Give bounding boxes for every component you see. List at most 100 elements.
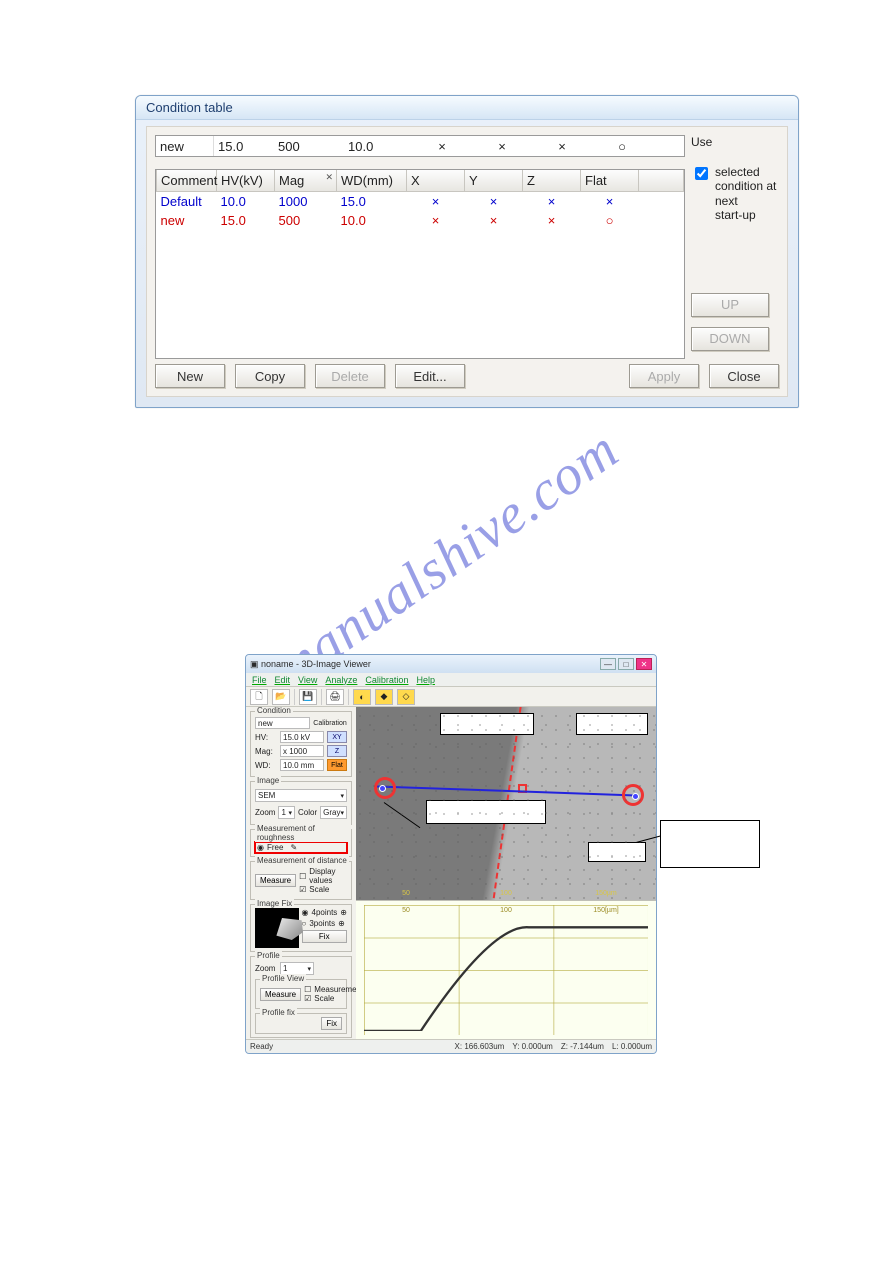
selection-row[interactable]: new 15.0 500 10.0 × × × ○ [155, 135, 685, 157]
start-point-handle[interactable] [380, 786, 385, 791]
dialog-titlebar[interactable]: Condition table [136, 96, 798, 120]
hv-field[interactable]: 15.0 kV [280, 731, 324, 743]
tool-icon-1[interactable]: ◐ [353, 689, 371, 705]
edit-button[interactable]: Edit... [395, 364, 465, 388]
up-button[interactable]: UP [691, 293, 769, 317]
end-point-handle[interactable] [633, 794, 638, 799]
condition-table[interactable]: Comment HV(kV) Mag WD(mm) X Y Z Flat Def… [155, 169, 685, 359]
cell-comment: Default [157, 192, 217, 212]
image-panel-title: Image [255, 776, 281, 785]
tool-icon-3[interactable]: ◇ [397, 689, 415, 705]
hv-label: HV: [255, 733, 277, 742]
profile-zoom-label: Zoom [255, 964, 277, 973]
zoom-label: Zoom [255, 808, 275, 817]
menu-edit[interactable]: Edit [275, 675, 291, 685]
flat-tag[interactable]: Flat [327, 759, 347, 771]
image-panel: Image SEM Zoom 1 Color Gray [250, 781, 352, 825]
zoom-select[interactable]: 1 [278, 806, 295, 819]
opt-free[interactable]: Free [267, 843, 283, 852]
menu-view[interactable]: View [298, 675, 317, 685]
copy-button[interactable]: Copy [235, 364, 305, 388]
th-hv[interactable]: HV(kV) [217, 170, 275, 192]
save-icon[interactable]: 💾 [299, 689, 317, 705]
dialog-body: new 15.0 500 10.0 × × × ○ Comment HV(kV) [146, 126, 788, 397]
cell-flat: ○ [581, 211, 639, 230]
sel-x: × [412, 139, 472, 154]
profile-panel: Profile Zoom 1 Profile View Measure ☐Mea… [250, 956, 352, 1038]
table-row[interactable]: new 15.0 500 10.0 × × × ○ [157, 211, 684, 230]
profile-chart-area[interactable]: 50 100 150[µm] [356, 900, 656, 1039]
menu-analyze[interactable]: Analyze [325, 675, 357, 685]
checkbox-icon[interactable]: ☐ [304, 985, 311, 994]
status-bar: Ready X: 166.603um Y: 0.000um Z: -7.144u… [246, 1039, 656, 1053]
table-header-row: Comment HV(kV) Mag WD(mm) X Y Z Flat [157, 170, 684, 192]
measure-button[interactable]: Measure [255, 874, 296, 887]
profile-view-panel: Profile View Measure ☐Measurement ☑Scale [255, 979, 347, 1009]
sem-image-area[interactable]: 50 100 150µm [356, 707, 656, 900]
close-button[interactable]: Close [709, 364, 779, 388]
z-tag[interactable]: Z [327, 745, 347, 757]
th-flat[interactable]: Flat [581, 170, 639, 192]
radio-icon[interactable]: ◉ [302, 908, 309, 917]
annotation-box-1 [440, 713, 534, 735]
th-x-coord[interactable]: X [407, 170, 465, 192]
tool-icon-2[interactable]: ◆ [375, 689, 393, 705]
cell-flat: × [581, 192, 639, 212]
condition-name: new [255, 717, 310, 729]
th-y-coord[interactable]: Y [465, 170, 523, 192]
menu-calibration[interactable]: Calibration [365, 675, 408, 685]
viewer-title-text: ▣ noname - 3D-Image Viewer [250, 659, 371, 670]
close-icon[interactable]: ✕ [636, 658, 652, 670]
checkbox-icon[interactable]: ☑ [299, 885, 306, 894]
pencil-icon[interactable]: ✎ [290, 843, 297, 852]
table-row[interactable]: Default 10.0 1000 15.0 × × × × [157, 192, 684, 212]
imagefix-preview [255, 908, 299, 948]
sel-flat: ○ [592, 139, 652, 154]
profile-fix-button[interactable]: Fix [321, 1017, 342, 1030]
viewer-titlebar[interactable]: ▣ noname - 3D-Image Viewer — □ ✕ [246, 655, 656, 673]
cell-mag: 500 [275, 211, 337, 230]
roughness-panel-title: Measurement of roughness [255, 824, 351, 842]
open-icon[interactable]: 📂 [272, 689, 290, 705]
coord-y: Y: 0.000um [512, 1042, 552, 1051]
menu-file[interactable]: File [252, 675, 267, 685]
mag-field[interactable]: x 1000 [280, 745, 324, 757]
image-mode-select[interactable]: SEM [255, 789, 347, 802]
color-select[interactable]: Gray [320, 806, 347, 819]
dialog-title: Condition table [146, 100, 233, 115]
cell-z: × [523, 211, 581, 230]
fix-button[interactable]: Fix [302, 930, 347, 943]
down-button[interactable]: DOWN [691, 327, 769, 351]
profile-measure-button[interactable]: Measure [260, 988, 301, 1001]
menu-help[interactable]: Help [416, 675, 435, 685]
th-mag[interactable]: Mag [275, 170, 337, 192]
use-selected-checkbox[interactable] [695, 167, 708, 180]
th-wd[interactable]: WD(mm) [337, 170, 407, 192]
cell-mag: 1000 [275, 192, 337, 212]
annotation-box-4 [588, 842, 646, 862]
apply-button[interactable]: Apply [629, 364, 699, 388]
profile-fix-panel: Profile fix Fix [255, 1013, 347, 1034]
wd-field[interactable]: 10.0 mm [280, 759, 324, 771]
imagefix-panel-title: Image Fix [255, 899, 294, 908]
maximize-icon[interactable]: □ [618, 658, 634, 670]
checkbox-icon[interactable]: ☑ [304, 994, 311, 1003]
radio-icon[interactable]: ◉ [257, 843, 264, 852]
minimize-icon[interactable]: — [600, 658, 616, 670]
target-icon[interactable]: ⊕ [338, 919, 345, 928]
coord-l: L: 0.000um [612, 1042, 652, 1051]
print-icon[interactable]: 🖨 [326, 689, 344, 705]
target-icon[interactable]: ⊕ [340, 908, 347, 917]
condition-table-dialog: Condition table new 15.0 500 10.0 × × × … [135, 95, 799, 408]
xy-tag[interactable]: XY [327, 731, 347, 743]
annotation-circle-end [622, 784, 644, 806]
bottom-buttons: New Copy Delete Edit... Apply Close [155, 364, 779, 388]
checkbox-icon[interactable]: ☐ [299, 872, 306, 881]
th-comment[interactable]: Comment [157, 170, 217, 192]
measurement-line[interactable] [377, 785, 638, 796]
th-z-coord[interactable]: Z [523, 170, 581, 192]
new-file-icon[interactable]: 🗋 [250, 689, 268, 705]
cell-wd: 15.0 [337, 192, 407, 212]
delete-button[interactable]: Delete [315, 364, 385, 388]
new-button[interactable]: New [155, 364, 225, 388]
